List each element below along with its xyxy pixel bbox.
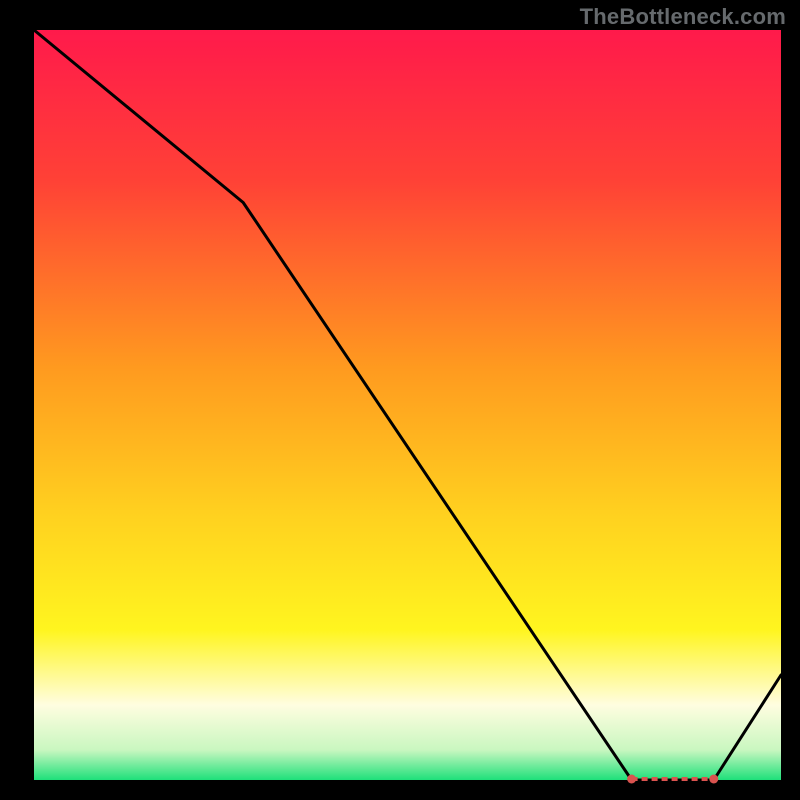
bottleneck-chart xyxy=(0,0,800,800)
highlight-end-dot xyxy=(709,775,718,784)
highlight-start-dot xyxy=(627,775,636,784)
chart-frame: TheBottleneck.com xyxy=(0,0,800,800)
plot-background xyxy=(34,30,781,780)
watermark-text: TheBottleneck.com xyxy=(580,4,786,30)
